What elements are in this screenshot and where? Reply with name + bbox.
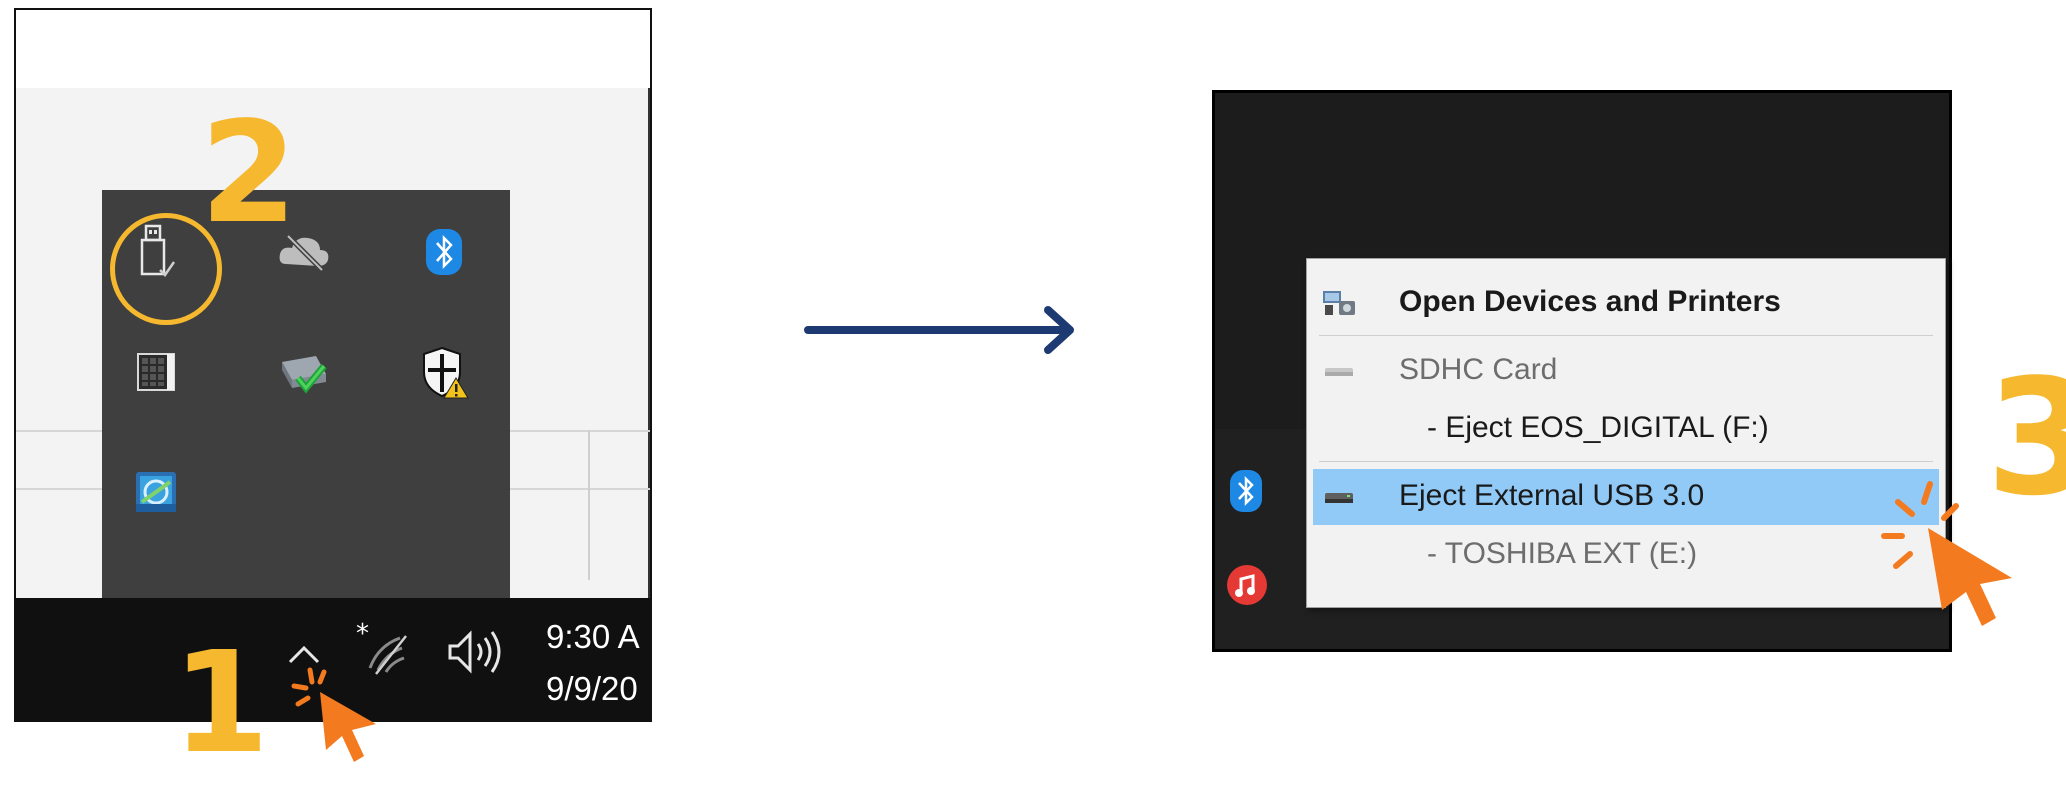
devices-printers-icon bbox=[1321, 287, 1357, 317]
svg-text:*: * bbox=[356, 619, 369, 649]
volume-icon[interactable] bbox=[444, 628, 508, 676]
click-cursor-icon bbox=[290, 664, 400, 769]
menu-item-label: - Eject EOS_DIGITAL (F:) bbox=[1427, 411, 1769, 444]
menu-item-label: Open Devices and Printers bbox=[1399, 285, 1781, 318]
menu-item-toshiba: - TOSHIBA EXT (E:) bbox=[1307, 527, 1945, 583]
menu-item-sdhc-card: SDHC Card bbox=[1307, 343, 1945, 399]
menu-separator bbox=[1319, 461, 1933, 462]
menu-item-eject-eos[interactable]: - Eject EOS_DIGITAL (F:) bbox=[1307, 401, 1945, 457]
step-number-1: 1 bbox=[172, 622, 270, 785]
taskbar-screenshot: * 9:30 A 9/9/20 bbox=[14, 8, 652, 722]
drive-icon bbox=[1321, 355, 1357, 385]
menu-item-label: - TOSHIBA EXT (E:) bbox=[1427, 537, 1698, 570]
security-shield-icon[interactable] bbox=[412, 340, 476, 404]
bluetooth-icon[interactable] bbox=[1229, 469, 1263, 513]
divider bbox=[588, 430, 590, 580]
clock-time[interactable]: 9:30 A bbox=[546, 618, 640, 656]
drive-icon bbox=[1321, 481, 1357, 511]
window-area bbox=[16, 10, 650, 88]
menu-item-label: SDHC Card bbox=[1399, 353, 1558, 386]
step-number-2: 2 bbox=[200, 92, 298, 255]
display-settings-icon[interactable] bbox=[124, 460, 188, 524]
menu-item-open-devices[interactable]: Open Devices and Printers bbox=[1307, 275, 1945, 331]
music-app-icon[interactable] bbox=[1225, 563, 1269, 607]
click-cursor-icon bbox=[1880, 480, 2030, 635]
menu-item-eject-external-usb[interactable]: Eject External USB 3.0 bbox=[1313, 469, 1939, 525]
menu-item-label: Eject External USB 3.0 bbox=[1399, 479, 1705, 512]
eject-context-menu: Open Devices and Printers SDHC Card - Ej… bbox=[1306, 258, 1946, 608]
flow-arrow-icon bbox=[804, 300, 1084, 360]
window-border bbox=[648, 88, 650, 608]
bluetooth-icon[interactable] bbox=[412, 220, 476, 284]
menu-separator bbox=[1319, 335, 1933, 336]
network-check-icon[interactable] bbox=[272, 340, 336, 404]
clock-date[interactable]: 9/9/20 bbox=[546, 670, 638, 708]
keyboard-icon[interactable] bbox=[124, 340, 188, 404]
